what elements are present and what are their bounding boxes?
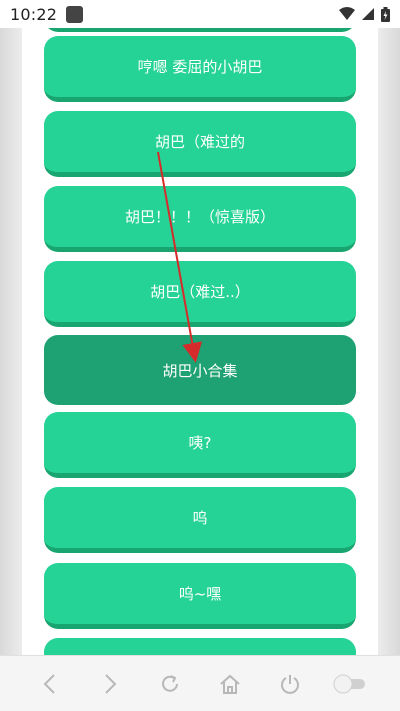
- status-indicators: [339, 6, 390, 22]
- sound-button[interactable]: 呜~嘿: [44, 563, 356, 629]
- forward-button[interactable]: [90, 664, 130, 704]
- sound-button-selected[interactable]: 胡巴小合集: [44, 335, 356, 405]
- status-bar: 10:22: [0, 0, 400, 28]
- notification-app-icon: [66, 5, 84, 23]
- sound-button-label: 呜~嘿: [178, 585, 222, 603]
- browser-bottom-nav: [0, 655, 400, 711]
- sound-button-label: 咦?: [188, 434, 212, 452]
- forward-icon: [105, 673, 117, 694]
- page-content[interactable]: 哼嗯 委屈的小胡巴 胡巴（难过的 胡巴！！！（惊喜版） 胡巴（难过..） 胡巴小…: [0, 28, 400, 655]
- back-icon: [43, 673, 55, 694]
- sound-button[interactable]: 呜: [44, 487, 356, 553]
- partial-sound-button[interactable]: [44, 28, 356, 32]
- refresh-icon: [162, 674, 178, 692]
- sound-button-label: 胡巴（难过的: [154, 133, 245, 151]
- sound-button-label: 胡巴！！！（惊喜版）: [124, 208, 275, 226]
- toggle-switch[interactable]: [330, 664, 370, 704]
- sound-button[interactable]: 胡巴！！！（惊喜版）: [44, 186, 356, 252]
- power-button[interactable]: [270, 664, 310, 704]
- home-button[interactable]: [210, 664, 250, 704]
- sound-button-label: 哼嗯 委屈的小胡巴: [137, 58, 263, 76]
- sound-list-panel: 哼嗯 委屈的小胡巴 胡巴（难过的 胡巴！！！（惊喜版） 胡巴（难过..） 胡巴小…: [22, 28, 378, 655]
- back-button[interactable]: [30, 664, 70, 704]
- sound-button-label: 胡巴小合集: [162, 361, 238, 380]
- sound-button[interactable]: 哼嗯 委屈的小胡巴: [44, 36, 356, 102]
- status-time: 10:22: [10, 4, 58, 24]
- sound-button[interactable]: 咦?: [44, 412, 356, 478]
- sound-button[interactable]: 胡巴（难过..）: [44, 261, 356, 327]
- wifi-icon: [339, 7, 355, 20]
- right-margin: [378, 28, 400, 655]
- left-margin: [0, 28, 22, 655]
- sound-button-label: 呜: [192, 509, 208, 527]
- signal-icon: [362, 8, 374, 20]
- sound-button[interactable]: [44, 638, 356, 655]
- refresh-button[interactable]: [150, 664, 190, 704]
- home-icon: [220, 674, 240, 694]
- toggle-icon: [333, 674, 365, 693]
- battery-icon: [381, 6, 390, 22]
- power-icon: [281, 674, 299, 694]
- sound-button-label: 胡巴（难过..）: [150, 283, 250, 301]
- sound-button[interactable]: 胡巴（难过的: [44, 111, 356, 177]
